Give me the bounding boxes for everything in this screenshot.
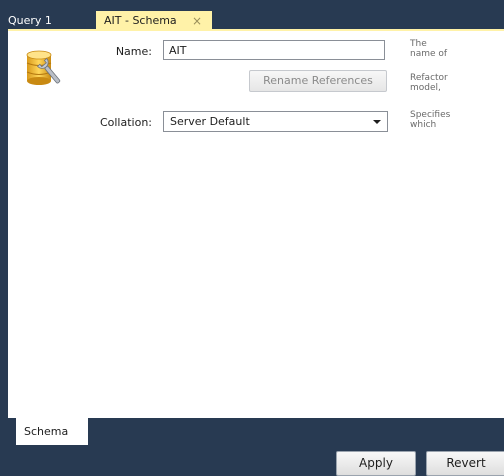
revert-button[interactable]: Revert xyxy=(426,451,504,476)
tab-label: Query 1 xyxy=(8,14,52,27)
tab-ait-schema[interactable]: AIT - Schema × xyxy=(96,11,212,31)
apply-button[interactable]: Apply xyxy=(336,451,416,476)
document-tab-bar: Query 1 AIT - Schema × xyxy=(0,0,504,31)
tab-label: AIT - Schema xyxy=(104,14,177,27)
name-hint-text: The name of xyxy=(410,39,448,59)
chevron-down-icon xyxy=(373,120,381,124)
collation-label: Collation: xyxy=(99,116,152,129)
schema-editor-panel: Name: Rename References Collation: Serve… xyxy=(8,31,504,418)
close-icon[interactable]: × xyxy=(190,11,204,31)
tab-schema[interactable]: Schema xyxy=(16,418,88,445)
database-wrench-icon xyxy=(26,50,61,85)
tab-query-1[interactable]: Query 1 xyxy=(0,11,88,31)
schema-name-input[interactable] xyxy=(163,40,385,60)
collation-dropdown[interactable]: Server Default xyxy=(163,111,388,132)
rename-hint-text: Refactor model, xyxy=(410,73,448,93)
name-label: Name: xyxy=(115,45,152,58)
tab-label: Schema xyxy=(24,425,69,438)
collation-hint-text: Specifies which xyxy=(410,110,451,130)
collation-value: Server Default xyxy=(170,115,250,128)
rename-references-button[interactable]: Rename References xyxy=(249,70,387,92)
